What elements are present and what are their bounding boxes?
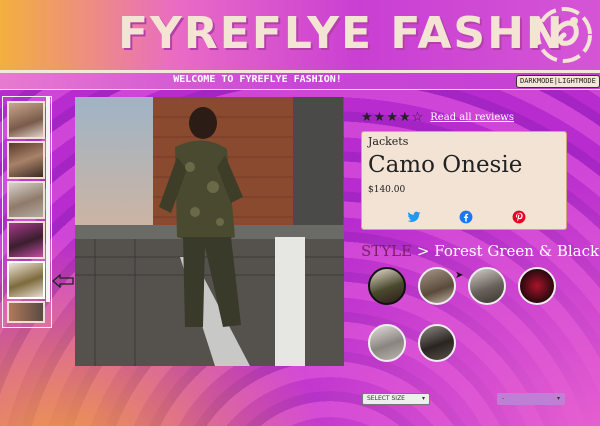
style-swatch[interactable] (518, 267, 556, 305)
chevron-down-icon: ▾ (421, 395, 425, 402)
chevron-down-icon: ▾ (556, 395, 560, 402)
welcome-text: WELCOME TO FYREFLYE FASHION! (173, 74, 342, 85)
fyreflye-logo-icon (536, 7, 592, 63)
thumbnail[interactable] (7, 101, 45, 139)
facebook-icon[interactable] (459, 210, 473, 224)
star-filled-icon: ★ (386, 110, 398, 125)
product-name: Camo Onesie (368, 152, 523, 178)
style-swatch[interactable] (468, 267, 506, 305)
product-rating: ★ ★ ★ ★ ☆ Read all reviews (361, 110, 514, 125)
style-swatch[interactable] (368, 267, 406, 305)
site-header: FYREFLYE FASHN (0, 0, 600, 72)
size-select[interactable]: SELECT SIZE ▾ (362, 393, 430, 405)
selected-style-name: Forest Green & Black (434, 242, 600, 260)
star-filled-icon: ★ (361, 110, 373, 125)
star-empty-icon: ☆ (411, 110, 424, 125)
thumbnail[interactable] (7, 181, 45, 219)
product-category: Jackets (368, 135, 409, 148)
site-title: FYREFLYE FASHN (118, 8, 565, 59)
style-swatch[interactable] (368, 324, 406, 362)
pinterest-icon[interactable] (512, 210, 526, 224)
style-swatch[interactable] (418, 324, 456, 362)
thumbnail-scrollbar[interactable] (46, 96, 50, 302)
style-label: STYLE (361, 242, 413, 260)
secondary-select-placeholder: - (502, 395, 505, 402)
product-price: $140.00 (368, 185, 406, 195)
twitter-icon[interactable] (407, 210, 421, 224)
dark-light-mode-toggle[interactable]: DARKMODE|LIGHTMODE (516, 75, 600, 88)
thumbnail[interactable] (7, 141, 45, 179)
arrow-left-icon[interactable] (52, 274, 74, 288)
product-info-card: Jackets Camo Onesie $140.00 (361, 131, 567, 230)
product-main-photo (75, 97, 344, 366)
mouse-cursor-icon: ➤ (455, 270, 464, 281)
thumbnail[interactable] (7, 221, 45, 259)
star-filled-icon: ★ (373, 110, 386, 125)
welcome-bar: WELCOME TO FYREFLYE FASHION! DARKMODE|LI… (0, 72, 600, 90)
thumbnail[interactable] (7, 301, 45, 323)
star-filled-icon: ★ (398, 110, 411, 125)
style-selection-line: STYLE > Forest Green & Black (361, 242, 599, 260)
secondary-select[interactable]: - ▾ (497, 393, 565, 405)
read-all-reviews-link[interactable]: Read all reviews (430, 112, 514, 123)
thumbnail[interactable] (7, 261, 45, 299)
style-separator: > (416, 242, 430, 260)
thumbnail-rail[interactable] (2, 96, 52, 328)
style-swatch[interactable] (418, 267, 456, 305)
size-select-placeholder: SELECT SIZE (367, 395, 405, 402)
